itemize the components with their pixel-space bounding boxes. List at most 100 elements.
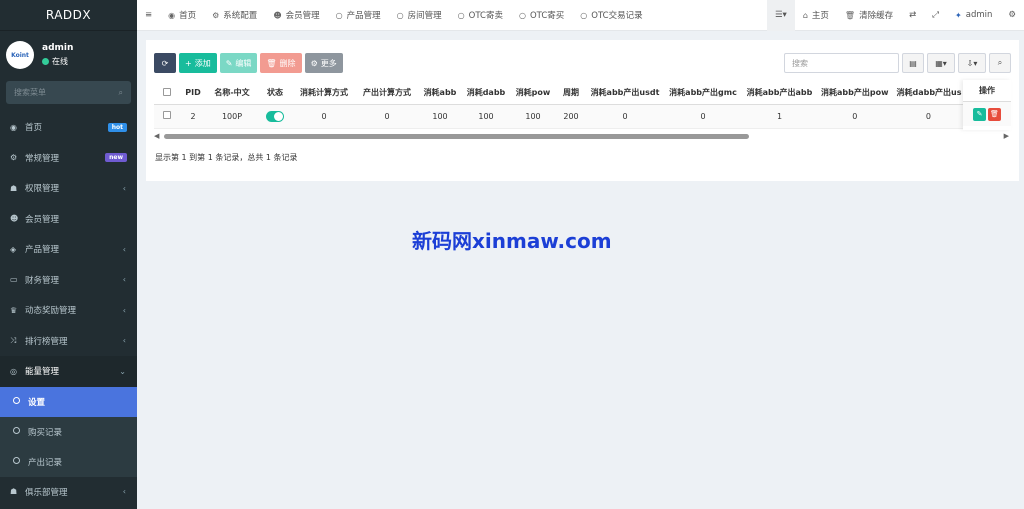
edit-button[interactable]: ✎ 编辑 <box>219 53 258 73</box>
col-header[interactable]: 消耗abb产出usdt <box>586 82 664 105</box>
trash-icon: 🗑 <box>990 110 999 118</box>
sidebar-item-finance[interactable]: ▭ 财务管理 ‹ <box>0 265 137 296</box>
user-icon: ☻ <box>273 10 282 20</box>
sidebar-item-club[interactable]: ☗ 俱乐部管理 ‹ <box>0 477 137 508</box>
circle-icon <box>13 457 20 464</box>
row-delete-button[interactable]: 🗑 <box>988 107 1001 121</box>
col-header[interactable]: 消耗abb产出abb <box>742 82 817 105</box>
sidebar-item-products[interactable]: ◈ 产品管理 ‹ <box>0 234 137 265</box>
tab-members[interactable]: ☻ 会员管理 <box>265 0 327 31</box>
sidebar-search-input[interactable]: 搜索菜单 ⌕ <box>6 81 131 104</box>
cell-consume-dabb: 100 <box>462 104 510 129</box>
refresh-button[interactable]: ⟳ <box>154 53 176 73</box>
tabs-dropdown-button[interactable]: ☰▾ <box>766 0 795 31</box>
columns-button[interactable]: ▦▾ <box>927 53 955 73</box>
expand-icon: ⤢ <box>932 10 940 20</box>
sidebar-item-members[interactable]: ☻ 会员管理 <box>0 204 137 235</box>
data-table: PID 名称-中文 状态 消耗计算方式 产出计算方式 消耗abb 消耗dabb … <box>154 82 965 129</box>
add-button[interactable]: + 添加 <box>179 53 217 73</box>
select-all-checkbox[interactable] <box>163 87 171 96</box>
home-link[interactable]: ⌂ 主页 <box>795 0 837 31</box>
sidebar-item-home[interactable]: ◉ 首页 hot <box>0 112 137 143</box>
sidebar-item-auth[interactable]: ☗ 权限管理 ‹ <box>0 173 137 204</box>
horizontal-scrollbar[interactable]: ◀ ▶ <box>154 132 1009 140</box>
clear-cache-button[interactable]: 🗑 清除缓存 <box>837 0 901 31</box>
hot-badge: hot <box>107 122 127 132</box>
col-header[interactable]: 产出计算方式 <box>356 82 418 105</box>
random-icon: ⤨ <box>10 335 17 345</box>
sidebar-subitem-purchases[interactable]: 购买记录 <box>0 417 137 447</box>
col-header[interactable]: 周期 <box>556 82 586 105</box>
chevron-left-icon: ‹ <box>122 305 126 315</box>
cell-consume-method: 0 <box>292 104 356 129</box>
gears-icon: ⚙ <box>1008 10 1016 20</box>
dashboard-icon: ◉ <box>10 122 17 132</box>
table-row[interactable]: 2 100P 0 0 100 100 100 200 0 0 1 0 0 <box>154 104 965 129</box>
tab-otc-sell[interactable]: ○ OTC寄卖 <box>450 0 511 31</box>
fullscreen-button[interactable]: ⤢ <box>924 0 947 31</box>
tab-home[interactable]: ◉ 首页 <box>160 0 204 31</box>
scroll-right-icon[interactable]: ▶ <box>1004 132 1009 140</box>
tab-rooms[interactable]: ○ 房间管理 <box>389 0 450 31</box>
sidebar-item-rewards[interactable]: ♛ 动态奖励管理 ‹ <box>0 295 137 326</box>
row-edit-button[interactable]: ✎ <box>973 107 986 121</box>
col-header[interactable]: 消耗pow <box>510 82 556 105</box>
sidebar-menu: ◉ 首页 hot ⚙ 常规管理 new ☗ 权限管理 ‹ ☻ 会员管理 ◈ 产品管理 ‹ ▭ 财务管… <box>0 112 137 507</box>
sidebar-item-general[interactable]: ⚙ 常规管理 new <box>0 143 137 174</box>
circle-icon: ○ <box>396 10 404 20</box>
user-menu[interactable]: ✦ admin <box>947 0 1000 31</box>
cell-status <box>258 104 292 129</box>
toggle-view-button[interactable]: ▤ <box>902 53 924 73</box>
table-header-row: PID 名称-中文 状态 消耗计算方式 产出计算方式 消耗abb 消耗dabb … <box>154 82 965 105</box>
settings-button[interactable]: ⚙ <box>1000 0 1024 31</box>
more-button[interactable]: ⚙ 更多 <box>304 53 343 73</box>
cell-consume-pow: 100 <box>510 104 556 129</box>
col-header[interactable]: 消耗dabb <box>462 82 510 105</box>
tab-otc-records[interactable]: ○ OTC交易记录 <box>572 0 650 31</box>
sidebar-subitem-settings[interactable]: 设置 <box>0 386 137 417</box>
list-icon: ☰▾ <box>774 10 787 20</box>
row-checkbox[interactable] <box>163 111 171 119</box>
top-navbar: ≡ ◉ 首页 ⚙ 系统配置 ☻ 会员管理 ○ 产品管理 ○ 房间管理 ○ OTC寄卖 ○ OT… <box>137 0 1024 31</box>
search-icon[interactable]: ⌕ <box>119 88 123 98</box>
user-icon: ☻ <box>10 214 19 224</box>
tab-products[interactable]: ○ 产品管理 <box>328 0 389 31</box>
col-header[interactable]: 消耗dabb产出us <box>892 82 965 105</box>
sidebar-item-energy[interactable]: ◎ 能量管理 ⌄ <box>0 356 137 387</box>
cogs-icon: ⚙ <box>10 153 18 163</box>
export-button[interactable]: ⇩▾ <box>958 53 986 73</box>
sidebar-item-ranking[interactable]: ⤨ 排行榜管理 ‹ <box>0 326 137 357</box>
circle-icon: ○ <box>457 10 465 20</box>
col-header[interactable]: PID <box>180 82 206 105</box>
select-all-cell[interactable] <box>154 82 180 105</box>
scroll-left-icon[interactable]: ◀ <box>154 132 159 140</box>
delete-button[interactable]: 🗑 删除 <box>260 53 302 73</box>
avatar-small-icon: ✦ <box>955 10 962 20</box>
col-header[interactable]: 消耗abb产出gmc <box>664 82 742 105</box>
new-badge: new <box>105 153 127 163</box>
tab-otc-buy[interactable]: ○ OTC寄买 <box>511 0 572 31</box>
col-header[interactable]: 名称-中文 <box>206 82 258 105</box>
table-search-input[interactable]: 搜索 <box>784 53 899 73</box>
language-button[interactable]: ⇄ <box>901 0 924 31</box>
advanced-search-button[interactable]: ⌕ <box>989 53 1011 73</box>
table-view-buttons: ▤ ▦▾ ⇩▾ ⌕ <box>902 53 1014 73</box>
col-header[interactable]: 消耗abb产出pow <box>817 82 893 105</box>
col-header[interactable]: 状态 <box>258 82 292 105</box>
col-header[interactable]: 消耗计算方式 <box>292 82 356 105</box>
home-icon: ⌂ <box>802 10 808 20</box>
col-header[interactable]: 消耗abb <box>418 82 462 105</box>
sidebar-subitem-output[interactable]: 产出记录 <box>0 447 137 477</box>
circle-icon <box>13 427 20 434</box>
sidebar-toggle-button[interactable]: ≡ <box>137 0 160 31</box>
menu-icon: ≡ <box>145 10 153 20</box>
row-select-cell[interactable] <box>154 104 180 129</box>
scrollbar-thumb[interactable] <box>164 134 749 139</box>
tab-system-config[interactable]: ⚙ 系统配置 <box>204 0 265 31</box>
table-icon: ▤ <box>909 58 917 68</box>
status-toggle[interactable] <box>266 110 284 122</box>
brand-logo[interactable]: RADDX <box>0 0 137 31</box>
user-panel: Koint admin 在线 <box>0 35 137 75</box>
chevron-left-icon: ‹ <box>122 275 126 285</box>
cell-output-method: 0 <box>356 104 418 129</box>
